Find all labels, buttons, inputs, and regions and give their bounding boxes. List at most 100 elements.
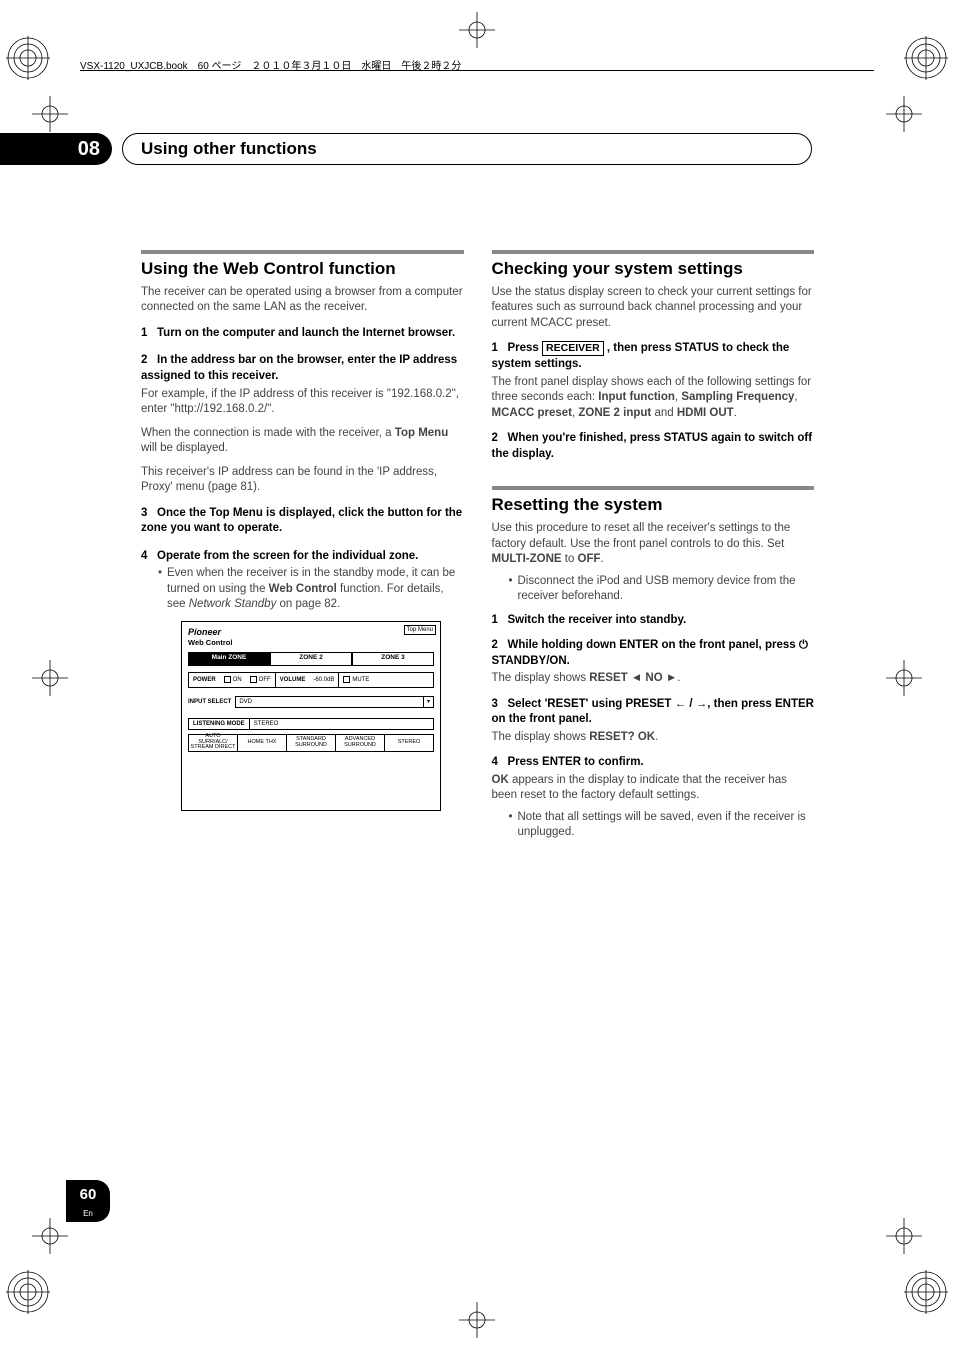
checkbox-icon: [224, 676, 231, 683]
bullet-text: Note that all settings will be saved, ev…: [518, 810, 815, 841]
mode-button: ADVANCED SURROUND: [336, 735, 385, 751]
crossmark-left-mid: [32, 660, 68, 696]
step-title: Once the Top Menu is displayed, click th…: [141, 507, 462, 535]
text: and: [651, 407, 677, 419]
checkbox-icon: [343, 676, 350, 683]
step-2: 2 While holding down ENTER on the front …: [492, 638, 815, 669]
step-body: For example, if the IP address of this r…: [141, 387, 464, 418]
step-body: The front panel display shows each of th…: [492, 375, 815, 422]
listening-mode-value: STEREO: [250, 719, 283, 729]
text: ,: [794, 391, 797, 403]
bullet-item: • Note that all settings will be saved, …: [492, 810, 815, 841]
power-icon: ⏻: [799, 639, 808, 651]
page-number-badge: 60 En: [66, 1180, 110, 1222]
mute-label: MUTE: [352, 676, 369, 684]
listening-mode-label: LISTENING MODE: [189, 719, 249, 729]
web-control-screenshot: Pioneer Top Menu Web Control Main ZONE Z…: [181, 621, 441, 811]
power-on: ON: [220, 673, 246, 687]
text: on page 82.: [276, 598, 340, 610]
bold-text: Input function: [598, 391, 675, 403]
bullet-text: Even when the receiver is in the standby…: [167, 566, 464, 613]
step-number: 4: [492, 756, 498, 768]
text: .: [601, 553, 604, 565]
section-rule: [492, 250, 815, 254]
listening-mode-row: LISTENING MODE STEREO: [188, 718, 434, 730]
chapter-number-badge: 08: [0, 133, 112, 165]
step-number: 2: [492, 639, 498, 651]
step-number: 1: [141, 327, 147, 339]
left-column: Using the Web Control function The recei…: [141, 250, 464, 849]
text: Use this procedure to reset all the rece…: [492, 522, 791, 550]
step-3: 3 Once the Top Menu is displayed, click …: [141, 506, 464, 537]
section-heading-resetting: Resetting the system: [492, 494, 815, 517]
intro-text: Use this procedure to reset all the rece…: [492, 521, 815, 568]
right-column: Checking your system settings Use the st…: [492, 250, 815, 849]
step-2: 2 When you're finished, press STATUS aga…: [492, 431, 815, 462]
step-number: 2: [141, 354, 147, 366]
mode-button: STANDARD SURROUND: [287, 735, 336, 751]
volume-value: -60.0dB: [309, 673, 338, 687]
receiver-keycap: RECEIVER: [542, 341, 604, 356]
step-title: In the address bar on the browser, enter…: [141, 354, 457, 382]
regmark-bottom-right: [904, 1270, 948, 1314]
step-number: 1: [492, 614, 498, 626]
crossmark-right-lower: [886, 1218, 922, 1254]
italic-text: Network Standby: [189, 598, 277, 610]
regmark-top-right: [904, 36, 948, 80]
step-1: 1 Press RECEIVER , then press STATUS to …: [492, 341, 815, 372]
mode-button: AUTO SURR/ALC/ STREAM DIRECT: [189, 735, 238, 751]
bullet-item: • Disconnect the iPod and USB memory dev…: [492, 574, 815, 605]
bullet-icon: •: [504, 574, 518, 605]
power-volume-row: POWER ON OFF VOLUME -60.0dB MUTE: [188, 672, 434, 688]
bold-text: MULTI-ZONE: [492, 553, 562, 565]
text: The display shows: [492, 672, 590, 684]
bullet-icon: •: [153, 566, 167, 613]
off-label: OFF: [259, 676, 271, 684]
bold-text: OFF: [578, 553, 601, 565]
input-select-row: INPUT SELECT DVD ▾: [188, 694, 434, 710]
content-area: Using the Web Control function The recei…: [141, 250, 814, 849]
step-body: When the connection is made with the rec…: [141, 426, 464, 457]
crossmark-right-mid: [886, 660, 922, 696]
mode-button: HOME THX: [238, 735, 287, 751]
step-number: 4: [141, 550, 147, 562]
crossmark-top: [459, 12, 495, 48]
intro-text: Use the status display screen to check y…: [492, 285, 815, 332]
step-title: Press RECEIVER , then press STATUS to ch…: [492, 342, 790, 370]
text: Select 'RESET' using PRESET: [508, 698, 675, 710]
text: .: [677, 672, 680, 684]
bullet-item: • Even when the receiver is in the stand…: [141, 566, 464, 613]
mute-cell: MUTE: [339, 673, 373, 687]
mode-buttons-row: AUTO SURR/ALC/ STREAM DIRECT HOME THX ST…: [188, 734, 434, 752]
tab-main-zone: Main ZONE: [188, 652, 270, 666]
step-title: Turn on the computer and launch the Inte…: [157, 327, 455, 339]
header-rule: [80, 70, 874, 71]
text: While holding down ENTER on the front pa…: [508, 639, 799, 651]
on-label: ON: [233, 676, 242, 684]
bold-text: RESET? OK: [589, 731, 655, 743]
step-3: 3 Select 'RESET' using PRESET ← / →, the…: [492, 697, 815, 728]
input-select-dropdown: DVD ▾: [235, 696, 434, 708]
bold-text: OK: [492, 774, 509, 786]
volume-label: VOLUME: [276, 673, 310, 687]
text: Press: [508, 342, 543, 354]
crossmark-right-upper: [886, 96, 922, 132]
mode-button: STEREO: [385, 735, 433, 751]
text: STANDBY/ON.: [492, 655, 570, 667]
step-title: Switch the receiver into standby.: [508, 614, 687, 626]
section-rule: [141, 250, 464, 254]
brand-label: Pioneer: [188, 626, 221, 638]
text: The display shows: [492, 731, 590, 743]
bold-text: Top Menu: [395, 427, 448, 439]
bullet-icon: •: [504, 810, 518, 841]
step-title: While holding down ENTER on the front pa…: [492, 639, 808, 667]
input-select-label: INPUT SELECT: [188, 698, 231, 706]
step-4: 4 Operate from the screen for the indivi…: [141, 549, 464, 565]
step-body: This receiver's IP address can be found …: [141, 465, 464, 496]
bold-text: ZONE 2 input: [578, 407, 651, 419]
intro-text: The receiver can be operated using a bro…: [141, 285, 464, 316]
tab-zone-3: ZONE 3: [352, 652, 434, 666]
dropdown-icon: ▾: [423, 697, 433, 707]
bold-text: RESET ◄ NO ►: [589, 672, 677, 684]
crossmark-left-lower: [32, 1218, 68, 1254]
